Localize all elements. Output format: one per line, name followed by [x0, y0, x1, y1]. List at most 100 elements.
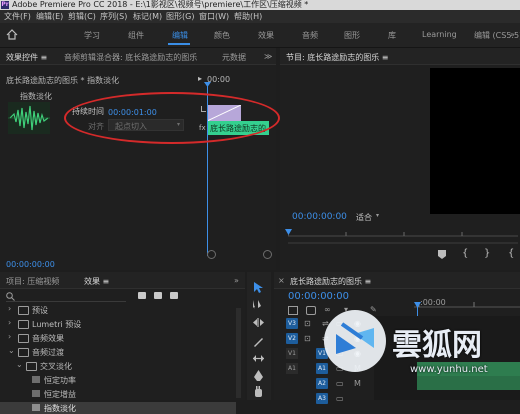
slip-tool-icon[interactable] [253, 354, 264, 363]
tree-item-crossfade[interactable]: 交叉淡化 [40, 361, 72, 372]
workspace-libraries[interactable]: 库 [388, 30, 396, 41]
tree-item-audio-effects[interactable]: 音频效果 [32, 333, 64, 344]
32bit-effects-icon[interactable] [154, 292, 162, 299]
effect-name: 指数淡化 [20, 92, 52, 101]
selection-tool-icon[interactable] [254, 282, 263, 293]
out-point-icon[interactable]: } [484, 248, 490, 259]
watermark-text-group: 雲狐网 www.yunhu.net [392, 320, 520, 378]
track-a3-button[interactable]: A3 [316, 393, 328, 404]
menu-window[interactable]: 窗口(W) [199, 10, 229, 23]
tree-item-constant-gain[interactable]: 恒定增益 [44, 389, 76, 400]
track-select-tool-icon[interactable] [253, 300, 264, 309]
project-effects-tabs: 项目: 压缩视频 效果 ≡ » [0, 272, 245, 289]
home-icon[interactable] [6, 29, 18, 40]
watermark-title: 雲狐网 [392, 328, 482, 363]
program-scrollbar[interactable] [288, 242, 518, 244]
tab-sequence[interactable]: 底长路途励志的图乐 ≡ [290, 276, 371, 287]
workspace-editing[interactable]: 编辑 [172, 30, 188, 41]
program-video-preview [430, 68, 520, 214]
tree-arrow-icon[interactable]: › [8, 304, 11, 313]
playhead-marker-icon[interactable] [204, 82, 211, 87]
workspace-audio[interactable]: 音频 [302, 30, 318, 41]
workspace-learning[interactable]: Learning [422, 30, 457, 39]
panel-overflow-button[interactable]: » [234, 276, 239, 285]
pen-tool-icon[interactable] [254, 370, 263, 381]
tree-item-exponential-fade[interactable]: 指数淡化 [44, 403, 76, 414]
fit-chevron-down-icon[interactable]: ▾ [376, 212, 379, 219]
menu-edit[interactable]: 编辑(E) [36, 10, 63, 23]
ripple-edit-tool-icon[interactable] [253, 318, 264, 327]
tree-expanded-arrow-icon[interactable]: ⌄ [8, 346, 15, 355]
search-icon [6, 292, 15, 301]
lock-icon[interactable]: ⊡ [304, 334, 311, 343]
program-playhead-icon[interactable] [285, 229, 292, 236]
menu-help[interactable]: 帮助(H) [234, 10, 262, 23]
nest-icon[interactable] [288, 306, 298, 315]
watermark-logo-icon [324, 310, 386, 372]
tab-audio-clip-mixer[interactable]: 音频剪辑混合器: 底长路途励志的图乐 [64, 52, 197, 63]
tab-effects[interactable]: 效果 ≡ [84, 276, 109, 287]
track-v2-button[interactable]: V2 [286, 333, 298, 344]
tree-item-lumetri[interactable]: Lumetri 预设 [32, 319, 81, 330]
panel-overflow-button[interactable]: ≫ [264, 52, 272, 61]
menu-marker[interactable]: 标记(M) [133, 10, 162, 23]
workspace-learn[interactable]: 学习 [84, 30, 100, 41]
tab-metadata[interactable]: 元数据 [222, 52, 246, 63]
workspace-overflow-button[interactable]: » [510, 30, 515, 39]
zoom-handle-right[interactable] [263, 250, 272, 259]
audio-clip-a2[interactable] [417, 376, 520, 390]
clip-arrow-icon[interactable]: ▸ [198, 74, 202, 83]
yuv-effects-icon[interactable] [170, 292, 178, 299]
effect-controls-tabs: 效果控件 ≡ 音频剪辑混合器: 底长路途励志的图乐 元数据 ≫ [0, 48, 276, 65]
tab-project[interactable]: 项目: 压缩视频 [6, 276, 59, 287]
snap-icon[interactable] [306, 306, 316, 315]
premiere-logo-icon: Pr [1, 1, 9, 9]
program-mini-ruler[interactable] [287, 230, 518, 237]
hand-tool-icon[interactable] [253, 386, 264, 397]
timeline-timecode[interactable]: 00:00:00:00 [288, 291, 349, 302]
menu-sequence[interactable]: 序列(S) [100, 10, 127, 23]
tree-item-audio-transitions[interactable]: 音频过渡 [32, 347, 64, 358]
menu-file[interactable]: 文件(F) [4, 10, 31, 23]
tree-arrow-icon[interactable]: › [8, 318, 11, 327]
tree-item-constant-power[interactable]: 恒定功率 [44, 375, 76, 386]
mute-icon[interactable]: M [354, 379, 361, 388]
accelerated-effects-icon[interactable] [138, 292, 146, 299]
transition-icon [32, 404, 40, 411]
fit-label[interactable]: 适合 [356, 212, 372, 223]
workspace-color[interactable]: 颜色 [214, 30, 230, 41]
in-point-icon[interactable]: { [462, 248, 468, 259]
track-a1-source[interactable]: A1 [286, 363, 298, 374]
track-v3-button[interactable]: V3 [286, 318, 298, 329]
workspace-graphics[interactable]: 图形 [344, 30, 360, 41]
effects-search-input[interactable] [6, 292, 126, 302]
workspace-effects[interactable]: 效果 [258, 30, 274, 41]
razor-tool-icon[interactable] [253, 336, 264, 347]
program-timecode[interactable]: 00:00:00:00 [292, 212, 347, 222]
lock-icon[interactable]: ⊡ [304, 319, 311, 328]
zoom-handle-left[interactable] [207, 250, 216, 259]
marker-icon[interactable] [438, 250, 446, 259]
tree-arrow-icon[interactable]: › [8, 332, 11, 341]
tab-program[interactable]: 节目: 底长路途励志的图乐 ≡ [286, 52, 388, 63]
workspace-assembly[interactable]: 组件 [128, 30, 144, 41]
tab-effect-controls[interactable]: 效果控件 ≡ [6, 52, 47, 63]
timeline-close-button[interactable]: × [278, 276, 285, 285]
folder-icon [18, 306, 29, 315]
menu-graphics[interactable]: 图形(G) [166, 10, 194, 23]
toggle-output-icon[interactable]: ▭ [336, 394, 344, 403]
track-v1-source[interactable]: V1 [286, 348, 298, 359]
timeline-playhead-icon[interactable] [414, 302, 421, 308]
go-to-in-icon[interactable]: { [508, 248, 514, 259]
track-a2-button[interactable]: A2 [316, 378, 328, 389]
toggle-output-icon[interactable]: ▭ [336, 379, 344, 388]
effects-scrollbar[interactable] [236, 308, 241, 398]
clip-path: 底长路途励志的图乐 * 指数淡化 [6, 76, 120, 85]
menu-clip[interactable]: 剪辑(C) [68, 10, 96, 23]
tree-expanded-arrow-icon[interactable]: ⌄ [16, 360, 23, 369]
tree-item-presets[interactable]: 预设 [32, 305, 48, 316]
timeline-ruler[interactable] [414, 290, 520, 308]
effect-controls-timecode[interactable]: 00:00:00:00 [6, 260, 55, 269]
active-workspace-underline [168, 43, 190, 45]
folder-icon [18, 334, 29, 343]
